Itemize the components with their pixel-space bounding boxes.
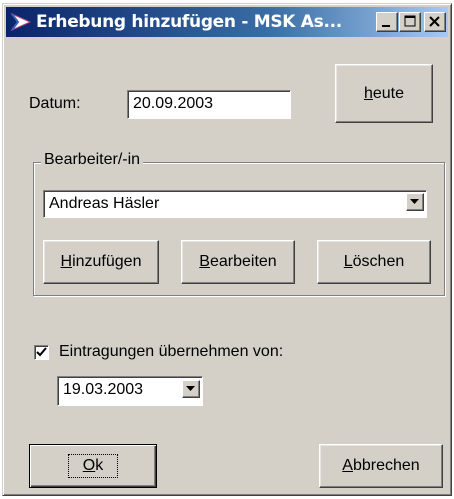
editor-dropdown-button[interactable] (406, 193, 424, 211)
app-icon (10, 12, 32, 32)
minimize-icon (382, 25, 390, 27)
delete-button[interactable]: Löschen (317, 240, 431, 284)
title-bar[interactable]: Erhebung hinzufügen - MSK As... (6, 7, 448, 37)
edit-button[interactable]: Bearbeiten (181, 240, 295, 284)
maximize-icon (404, 15, 416, 27)
minimize-button[interactable] (376, 12, 398, 32)
copy-from-select[interactable]: 19.03.2003 (57, 376, 203, 406)
ok-focus-rect: Ok (67, 454, 119, 478)
delete-button-label: Löschen (343, 253, 405, 270)
today-button-label: heute (363, 84, 405, 102)
copy-entries-checkbox[interactable] (34, 345, 49, 360)
window-title: Erhebung hinzufügen - MSK As... (36, 12, 342, 32)
editor-select-value: Andreas Häsler (49, 195, 160, 212)
cancel-button-label: Abbrechen (342, 457, 420, 474)
close-button[interactable] (424, 12, 446, 32)
maximize-button[interactable] (399, 12, 421, 32)
editor-select[interactable]: Andreas Häsler (43, 190, 427, 218)
chevron-down-icon (186, 386, 195, 391)
edit-button-label: Bearbeiten (199, 253, 277, 270)
editor-group-legend: Bearbeiter/-in (41, 151, 144, 169)
dialog-window: Erhebung hinzufügen - MSK As... Datum: 2… (2, 3, 452, 496)
copy-from-value: 19.03.2003 (63, 381, 144, 398)
cancel-button[interactable]: Abbrechen (319, 444, 443, 488)
add-button-label: Hinzufügen (60, 253, 142, 270)
ok-button[interactable]: Ok (29, 444, 157, 488)
today-button[interactable]: heute (335, 64, 433, 123)
chevron-down-icon (410, 199, 419, 204)
add-button[interactable]: Hinzufügen (43, 240, 159, 284)
close-icon (429, 16, 440, 27)
checkmark-icon (36, 347, 47, 357)
copy-from-dropdown-button[interactable] (182, 380, 200, 398)
copy-entries-label[interactable]: Eintragungen übernehmen von: (59, 343, 283, 361)
date-label: Datum: (29, 95, 81, 112)
date-input[interactable]: 20.09.2003 (127, 90, 291, 119)
